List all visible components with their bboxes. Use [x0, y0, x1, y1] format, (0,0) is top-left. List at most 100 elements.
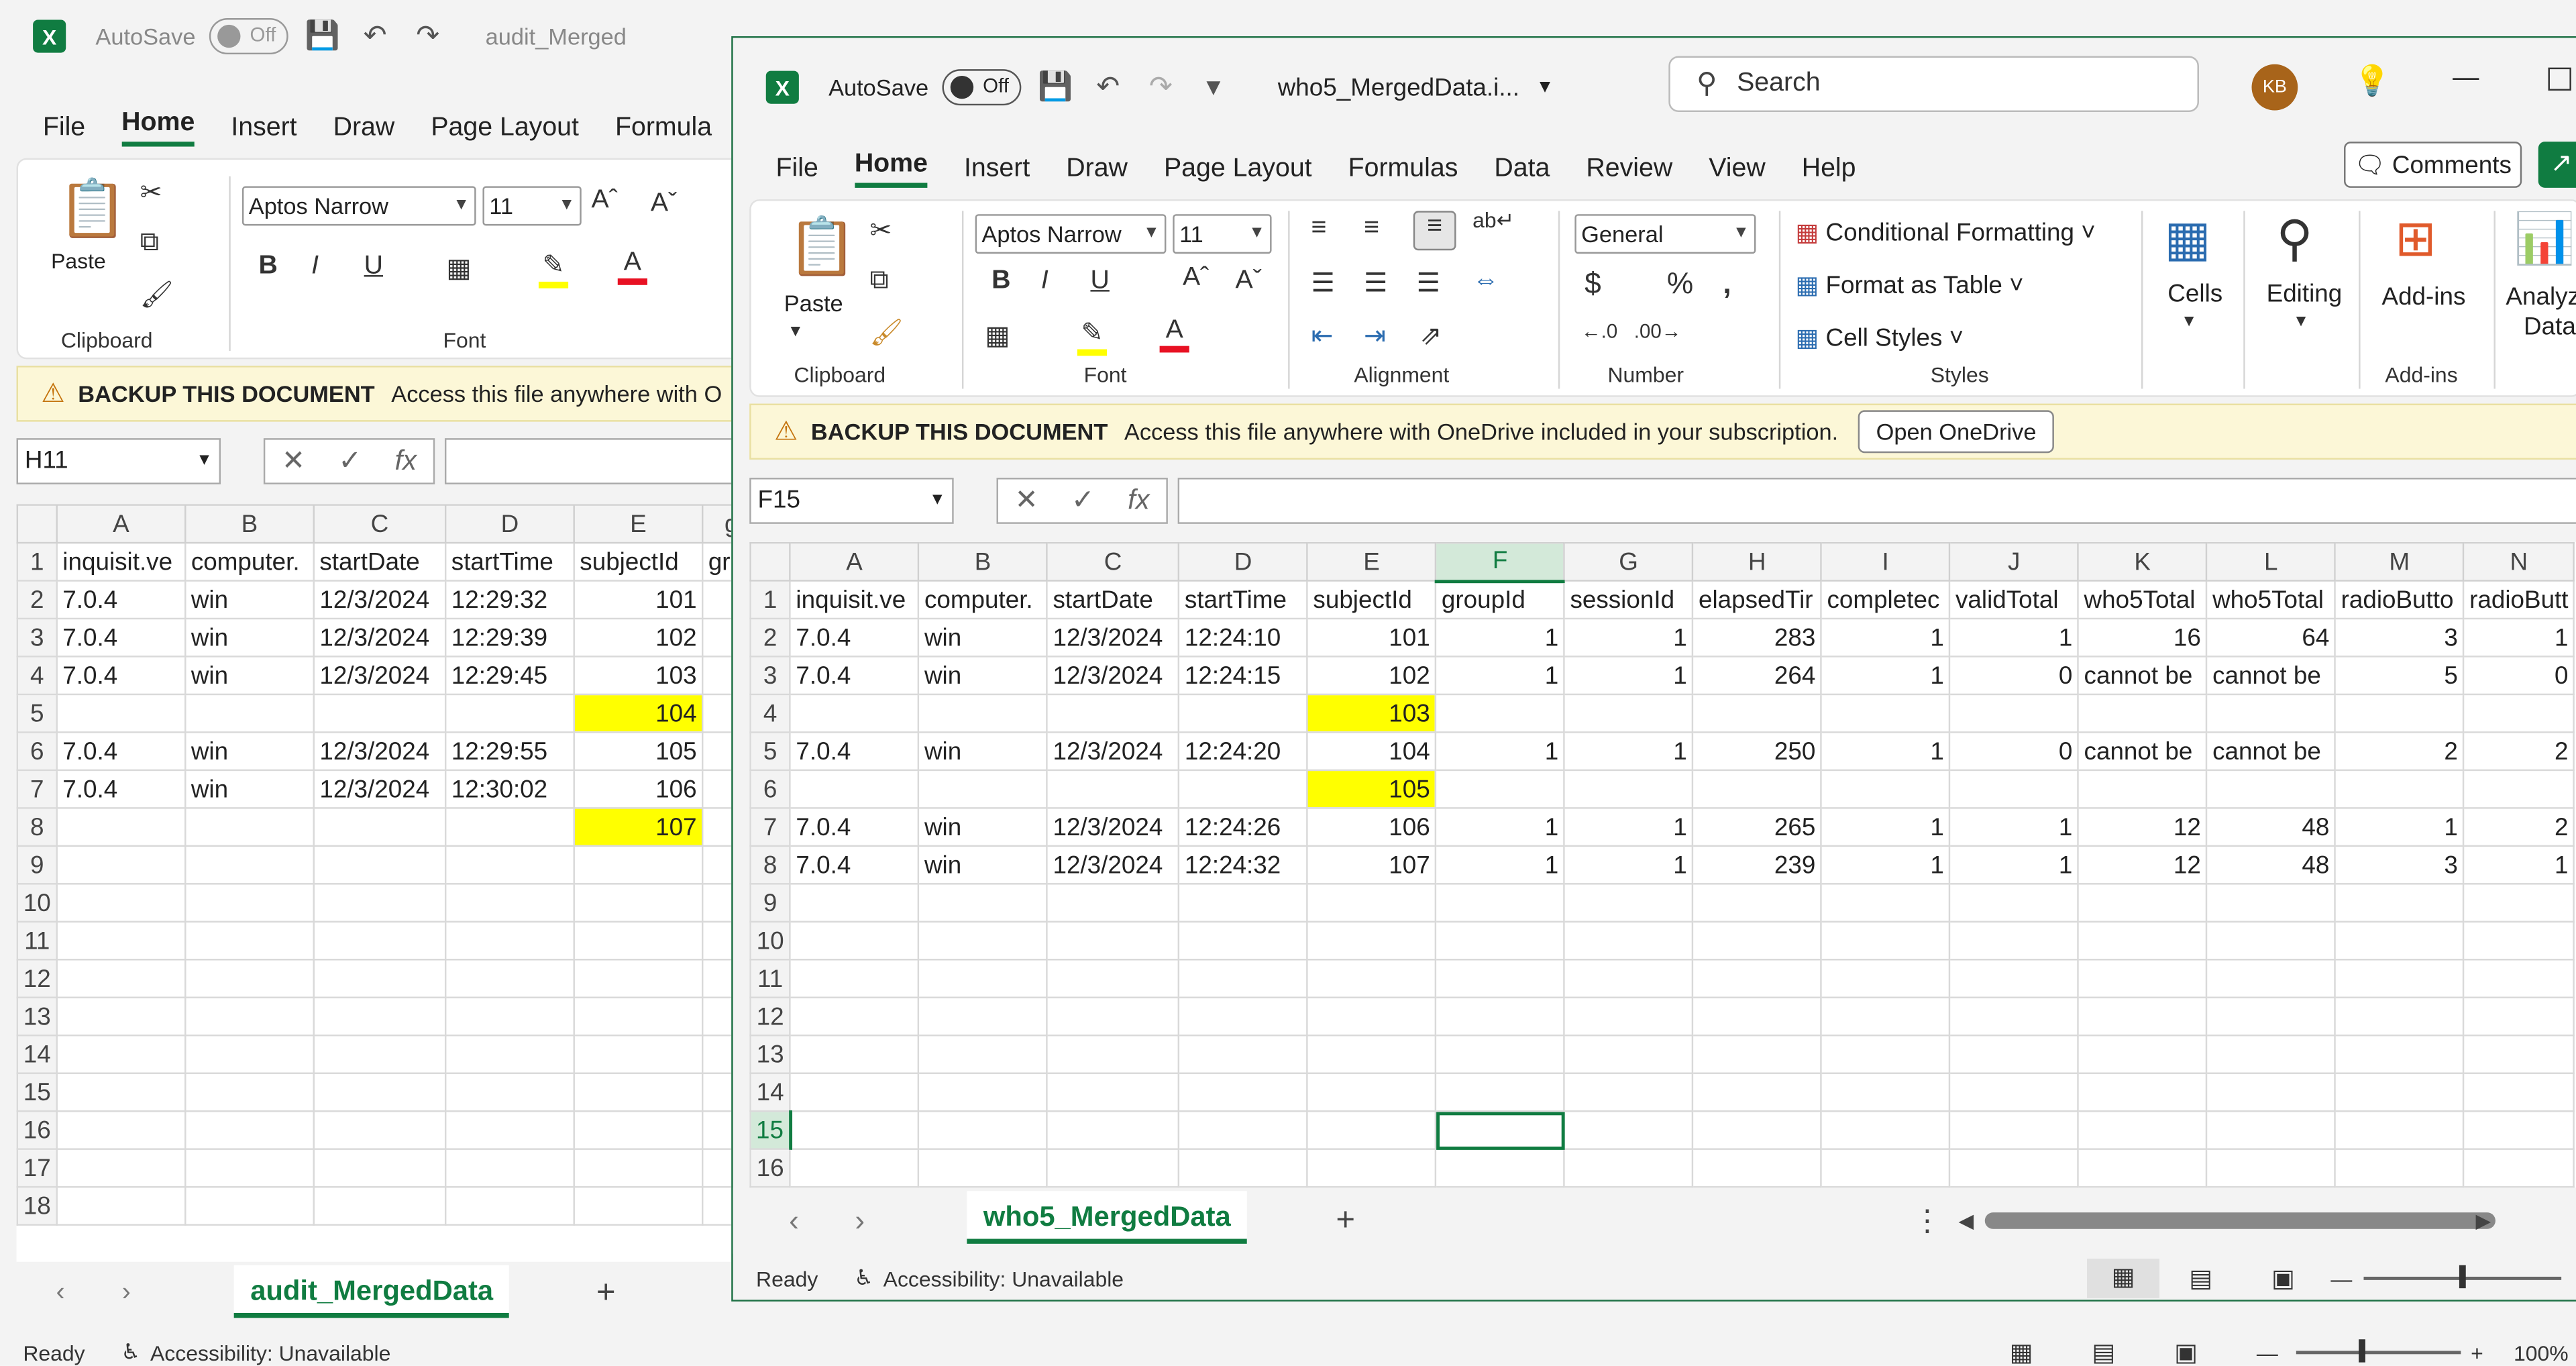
cell[interactable]: 107 [573, 807, 704, 847]
cell[interactable] [2077, 1110, 2208, 1150]
row-header[interactable]: 11 [16, 921, 58, 961]
cell[interactable]: 12:24:20 [1178, 731, 1309, 772]
zoom-slider-thumb[interactable] [2459, 1265, 2466, 1289]
menu-view[interactable]: View [1709, 154, 1765, 184]
cell[interactable]: 1 [2334, 807, 2465, 847]
cell[interactable] [1820, 996, 1951, 1037]
cells-button[interactable]: Cells [2167, 280, 2222, 308]
cell[interactable] [2334, 1072, 2465, 1112]
cell[interactable] [1178, 1148, 1309, 1188]
cell[interactable]: 102 [573, 617, 704, 658]
cell[interactable] [313, 1186, 447, 1226]
cell[interactable] [56, 1110, 186, 1150]
file-title-dropdown-icon[interactable]: ▼ [1536, 77, 1554, 97]
cell[interactable] [1046, 1148, 1180, 1188]
cell[interactable] [313, 996, 447, 1037]
menu-insert[interactable]: Insert [964, 154, 1030, 184]
cell[interactable] [1306, 1072, 1437, 1112]
cell[interactable] [1563, 1034, 1694, 1074]
wrap-text-icon[interactable]: ab↵ [1472, 207, 1514, 233]
back-menu-insert[interactable]: Insert [231, 113, 297, 142]
cell[interactable] [573, 1110, 704, 1150]
cell[interactable] [184, 883, 315, 923]
cell[interactable]: 283 [1692, 617, 1823, 658]
cell[interactable]: 1 [1563, 731, 1694, 772]
editing-button[interactable]: Editing [2267, 280, 2343, 308]
cell[interactable]: 12:24:26 [1178, 807, 1309, 847]
decrease-font-icon[interactable]: Aˇ [1236, 267, 1262, 297]
editing-dropdown-icon[interactable]: ▼ [2293, 313, 2309, 331]
redo-icon[interactable]: ↷ [1142, 71, 1179, 104]
column-header[interactable]: K [2077, 541, 2208, 582]
cell[interactable]: cannot be [2077, 655, 2208, 696]
cell[interactable]: 103 [573, 655, 704, 696]
cell[interactable] [184, 845, 315, 885]
font-color-icon[interactable]: A [617, 249, 647, 285]
redo-icon[interactable]: ↷ [410, 19, 446, 52]
cell[interactable]: 12/3/2024 [313, 731, 447, 772]
cut-icon[interactable]: ✂ [140, 176, 162, 209]
front-sheet-tab[interactable]: who5_MergedData [967, 1191, 1248, 1244]
cell[interactable] [56, 1186, 186, 1226]
cell[interactable] [1306, 883, 1437, 923]
row-header[interactable]: 5 [749, 731, 792, 772]
row-header[interactable]: 9 [16, 845, 58, 885]
cell[interactable] [184, 1186, 315, 1226]
cell[interactable]: 105 [1306, 769, 1437, 809]
row-header[interactable]: 6 [16, 731, 58, 772]
back-paste-button[interactable]: Paste [51, 249, 106, 274]
row-header[interactable]: 11 [749, 959, 792, 998]
cell[interactable]: startDate [313, 541, 447, 582]
zoom-out-icon[interactable]: — [2257, 1340, 2278, 1365]
cell[interactable] [56, 1072, 186, 1112]
cell[interactable] [1820, 693, 1951, 733]
cell[interactable] [918, 693, 1049, 733]
cell[interactable]: 0 [2463, 655, 2575, 696]
cell[interactable] [56, 807, 186, 847]
cell[interactable]: 1 [1563, 807, 1694, 847]
cell[interactable] [789, 1072, 920, 1112]
paste-button[interactable]: Paste [784, 290, 843, 316]
cell[interactable]: elapsedTir [1692, 580, 1823, 620]
font-size-box[interactable]: 11 ▼ [1173, 214, 1272, 254]
back-font-size-box[interactable]: 11 ▼ [482, 186, 582, 226]
cell[interactable]: cannot be [2077, 731, 2208, 772]
cell[interactable]: 250 [1692, 731, 1823, 772]
cell[interactable]: 12/3/2024 [313, 580, 447, 620]
cell[interactable]: 7.0.4 [56, 769, 186, 809]
cell[interactable] [2206, 769, 2337, 809]
save-icon[interactable]: 💾 [305, 19, 341, 52]
cell[interactable]: 12/3/2024 [1046, 655, 1180, 696]
cell[interactable]: 3 [2334, 845, 2465, 885]
cell[interactable]: 7.0.4 [789, 845, 920, 885]
undo-icon[interactable]: ↶ [357, 19, 393, 52]
increase-indent-icon[interactable]: ⇥ [1364, 319, 1386, 352]
cell[interactable]: groupId [1435, 580, 1566, 620]
cell[interactable]: 102 [1306, 655, 1437, 696]
cell[interactable] [56, 693, 186, 733]
cell[interactable] [1563, 1110, 1694, 1150]
cell[interactable]: 104 [1306, 731, 1437, 772]
cell[interactable]: 12/3/2024 [313, 617, 447, 658]
cell[interactable] [444, 1072, 575, 1112]
cell[interactable] [1820, 1034, 1951, 1074]
cancel-icon[interactable]: ✕ [1015, 484, 1038, 517]
cell[interactable] [2077, 693, 2208, 733]
cell[interactable] [184, 807, 315, 847]
cell[interactable] [1046, 883, 1180, 923]
cell[interactable]: radioButto [2334, 580, 2465, 620]
cell[interactable]: 2 [2463, 731, 2575, 772]
cell[interactable] [1820, 1110, 1951, 1150]
cell[interactable] [1692, 1034, 1823, 1074]
cell[interactable] [2206, 1110, 2337, 1150]
column-header[interactable]: B [184, 504, 315, 544]
row-header[interactable]: 4 [749, 693, 792, 733]
cell[interactable] [1178, 693, 1309, 733]
cell[interactable] [184, 996, 315, 1037]
cell[interactable] [313, 693, 447, 733]
cell[interactable] [1563, 1072, 1694, 1112]
sheet-prev-icon[interactable]: ‹ [789, 1204, 799, 1239]
increase-decimal-icon[interactable]: ←.0 [1581, 319, 1617, 342]
autosave-toggle[interactable]: Off [209, 18, 288, 55]
cell[interactable] [1563, 769, 1694, 809]
